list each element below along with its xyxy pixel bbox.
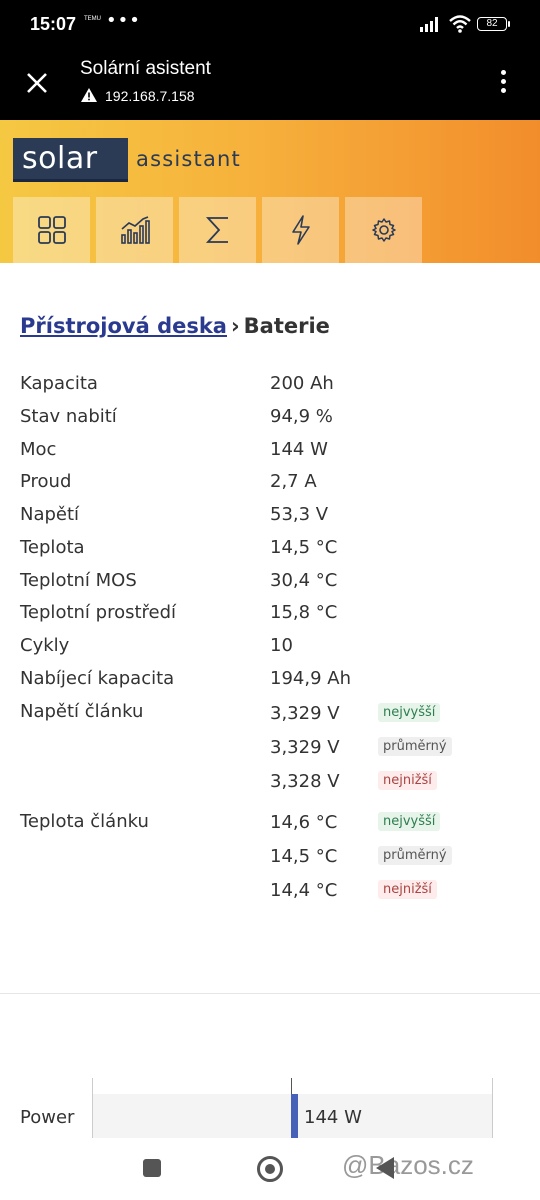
chart-icon [120,216,150,244]
row-value: 53,3 V [270,504,329,525]
temu-notification-icon: TEMU [84,16,101,22]
row-value: 194,9 Ah [270,668,351,689]
cell-temp-label: Teplota článku [20,811,149,832]
row-label: Teplotní prostředí [20,602,177,623]
system-nav-bar: @Bazos.cz [0,1138,540,1200]
row-label: Moc [20,439,57,460]
row-value: 200 Ah [270,373,334,394]
row-label: Cykly [20,635,70,656]
power-zero-line [291,1078,292,1094]
breadcrumb-separator: › [230,314,240,338]
cell-voltage-value: 3,328 V [270,771,340,792]
badge-highest: nejvyšší [378,812,441,831]
home-button[interactable] [257,1156,283,1182]
row-label: Teplotní MOS [20,570,137,591]
battery-icon: 82 [477,17,507,31]
logo[interactable]: solar [13,138,128,182]
row-label: Stav nabití [20,406,117,427]
logo-suffix: assistant [136,147,241,171]
logo-brand: solar [22,141,98,176]
browser-bar: Solární asistent 192.168.7.158 [0,48,540,120]
browser-url[interactable]: 192.168.7.158 [105,88,195,104]
dashboard-icon [37,216,66,244]
row-value: 14,5 °C [270,537,338,558]
nav-settings[interactable] [345,197,422,263]
row-value: 94,9 % [270,406,333,427]
nav-dashboard[interactable] [13,197,90,263]
battery-tip [508,21,510,27]
cell-temp-value: 14,6 °C [270,812,338,833]
row-value: 30,4 °C [270,570,338,591]
browser-title: Solární asistent [80,58,211,79]
more-notifications-icon: ••• [106,10,141,31]
power-bar-fill [291,1094,298,1138]
watermark: @Bazos.cz [342,1150,474,1180]
row-label: Teplota [20,537,85,558]
row-value: 2,7 A [270,471,317,492]
row-value: 144 W [270,439,328,460]
battery-level: 82 [486,18,498,29]
badge-lowest: nejnižší [378,771,437,790]
recents-button[interactable] [143,1159,161,1177]
power-label: Power [20,1107,75,1128]
badge-lowest: nejnižší [378,880,437,899]
lightning-icon [291,215,310,245]
nav-power[interactable] [262,197,339,263]
badge-average: průměrný [378,846,452,865]
wifi-icon [449,15,471,33]
close-icon[interactable] [24,70,50,96]
status-time: 15:07 [30,14,77,34]
cell-temp-value: 14,5 °C [270,846,338,867]
badge-average: průměrný [378,737,452,756]
cell-voltage-value: 3,329 V [270,703,340,724]
status-bar: 15:07 TEMU ••• 82 [0,0,540,48]
row-value: 15,8 °C [270,602,338,623]
gear-icon [371,218,396,242]
nav-totals[interactable] [179,197,256,263]
cell-voltage-value: 3,329 V [270,737,340,758]
app-header: solar assistant [0,120,540,263]
row-value: 10 [270,635,293,656]
row-label: Napětí [20,504,80,525]
row-label: Proud [20,471,72,492]
breadcrumb-dashboard-link[interactable]: Přístrojová deska [20,314,227,338]
row-label: Kapacita [20,373,98,394]
section-divider [0,993,540,994]
signal-icon [420,17,438,32]
back-button[interactable] [376,1157,394,1179]
breadcrumb-current: Baterie [243,314,330,338]
cell-voltage-label: Napětí článku [20,701,144,722]
overflow-menu-icon[interactable] [496,68,510,98]
row-label: Nabíjecí kapacita [20,668,175,689]
cell-temp-value: 14,4 °C [270,880,338,901]
badge-highest: nejvyšší [378,703,441,722]
sum-icon [205,217,228,243]
breadcrumb: Přístrojová deska › Baterie [20,314,330,338]
power-axis-right [492,1078,493,1138]
nav-charts[interactable] [96,197,173,263]
power-value: 144 W [304,1107,362,1128]
warning-icon[interactable] [81,88,97,102]
